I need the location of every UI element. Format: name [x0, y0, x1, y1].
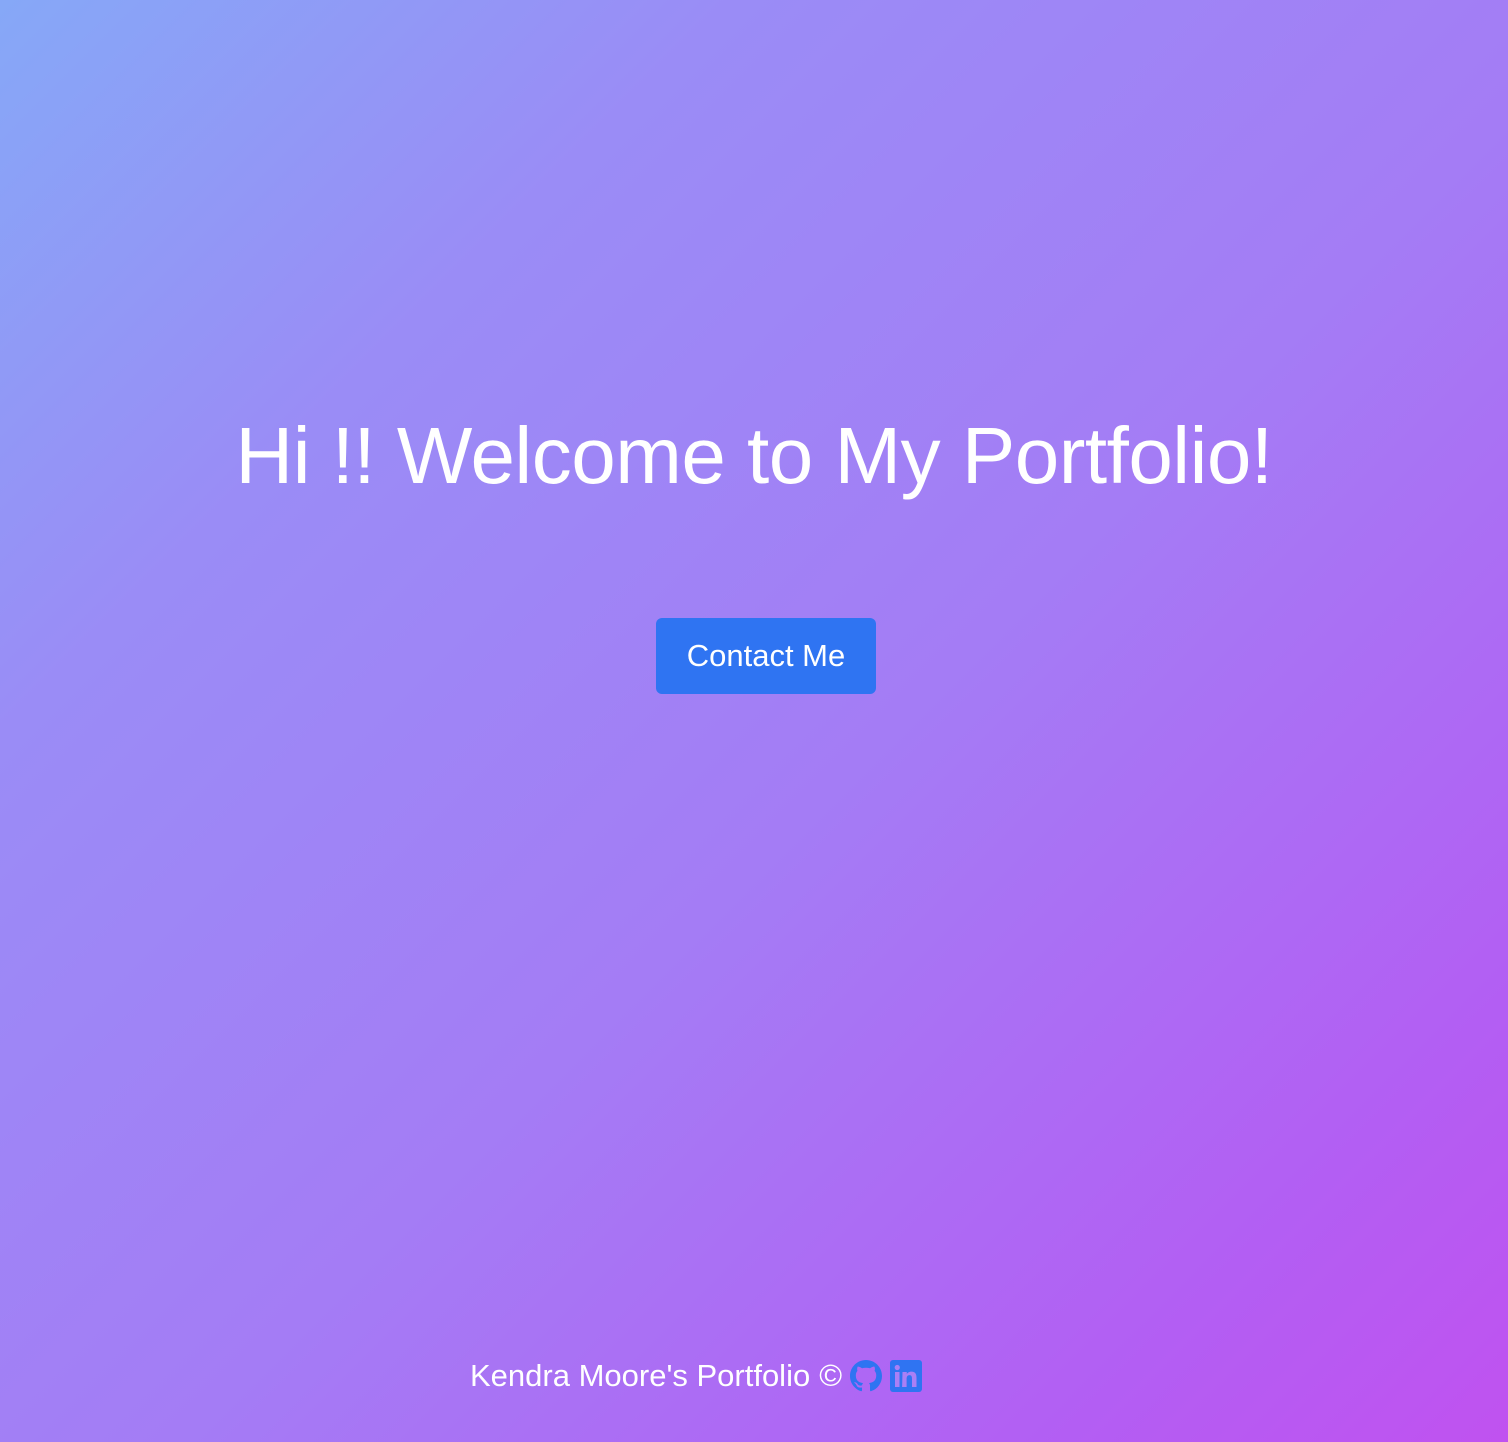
linkedin-icon	[890, 1360, 923, 1392]
linkedin-link[interactable]	[890, 1360, 923, 1392]
footer: Kendra Moore's Portfolio ©	[470, 1354, 923, 1398]
hero-title: Hi !! Welcome to My Portfolio!	[235, 411, 1273, 500]
copyright-symbol: ©	[819, 1358, 843, 1393]
github-link[interactable]	[850, 1360, 883, 1392]
footer-text: Kendra Moore's Portfolio	[470, 1358, 811, 1393]
github-icon	[850, 1360, 883, 1392]
contact-me-button[interactable]: Contact Me	[656, 618, 876, 694]
